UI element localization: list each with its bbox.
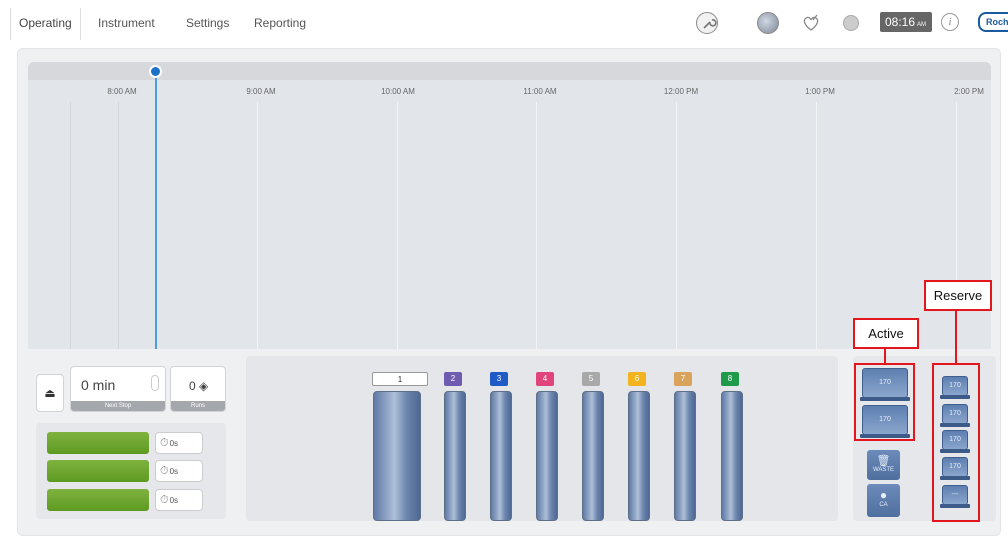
runs-value: 0 ◈ [189,379,209,393]
timer-box[interactable]: ⏱0s [155,432,203,454]
next-stop-value: 0 min [81,377,116,393]
next-stop-caption: Next Stop [71,401,165,411]
current-time-line [155,68,157,349]
current-time-handle[interactable] [149,65,162,78]
grid-line [816,102,817,349]
rack-label-6[interactable]: 6 [628,372,646,386]
tick-label-12pm: 12:00 PM [663,87,699,96]
reserve-annotation-box [932,363,980,522]
stepper-icon[interactable] [151,375,159,391]
rack-slot-2[interactable] [444,391,466,521]
rack-slot-3[interactable] [490,391,512,521]
grid-line [397,102,398,349]
clock-display: 08:16 AM [880,12,932,32]
rack-slot-8[interactable] [721,391,743,521]
tab-instrument[interactable]: Instrument [98,16,155,30]
tick-label-10am: 10:00 AM [381,87,415,96]
active-annotation-line [884,349,886,363]
rack-slot-7[interactable] [674,391,696,521]
clock-ampm: AM [917,22,927,28]
heart-check-icon[interactable] [800,12,822,34]
progress-bar [47,489,149,511]
timer-value: 0s [169,439,179,448]
grid-line [118,102,119,349]
wrench-icon[interactable] [696,12,718,34]
waste-button[interactable]: 🗑 WASTE [867,450,900,480]
tick-label-2pm: 2:00 PM [954,87,984,96]
timer-value: 0s [169,496,179,505]
progress-bar [47,460,149,482]
tab-reporting[interactable]: Reporting [254,16,306,30]
grid-line [536,102,537,349]
reserve-annotation-label: Reserve [924,280,992,311]
timer-value: 0s [169,467,179,476]
next-stop-box[interactable]: 0 min Next Stop [70,366,166,412]
rack-slot-6[interactable] [628,391,650,521]
grid-line [70,102,71,349]
rack-label-1[interactable]: 1 [372,372,428,386]
tick-label-8am: 8:00 AM [107,87,137,96]
timer-box[interactable]: ⏱0s [155,460,203,482]
clock-time: 08:16 [885,15,916,29]
rack-label-3[interactable]: 3 [490,372,508,386]
rack-label-2[interactable]: 2 [444,372,462,386]
top-bar: Operating Instrument Settings Reporting … [0,0,1008,46]
grid-line [257,102,258,349]
tick-label-11am: 11:00 AM [523,87,557,96]
rack-slot-4[interactable] [536,391,558,521]
tick-label-1pm: 1:00 PM [805,87,835,96]
globe-icon[interactable] [757,12,779,34]
timeline: 8:00 AM 9:00 AM 10:00 AM 11:00 AM 12:00 … [28,62,991,349]
status-dot-icon[interactable] [843,15,859,31]
ca-label: CA [879,502,888,508]
tab-settings[interactable]: Settings [186,16,229,30]
progress-bar [47,432,149,454]
rack-label-4[interactable]: 4 [536,372,554,386]
timer-box[interactable]: ⏱0s [155,489,203,511]
tab-operating[interactable]: Operating [10,8,81,40]
rack-label-7[interactable]: 7 [674,372,692,386]
grid-line [676,102,677,349]
rack-slot-5[interactable] [582,391,604,521]
runs-caption: Runs [171,401,225,411]
stopwatch-icon: ⏱ [160,465,169,477]
info-icon[interactable]: i [941,13,959,31]
tick-label-9am: 9:00 AM [246,87,276,96]
reserve-annotation-line [955,311,957,363]
rack-slot-1[interactable] [373,391,421,521]
rack-label-8[interactable]: 8 [721,372,739,386]
timeline-header [28,62,991,80]
stopwatch-icon: ⏱ [160,437,169,449]
runs-box[interactable]: 0 ◈ Runs [170,366,226,412]
roche-logo: Roche [978,12,1008,32]
rack-label-5[interactable]: 5 [582,372,600,386]
eject-button[interactable]: ⏏ [36,374,64,412]
active-annotation-label: Active [853,318,919,349]
ca-button[interactable]: ● CA [867,484,900,517]
waste-label: WASTE [872,467,895,473]
stopwatch-icon: ⏱ [160,494,169,506]
droplet-icon: ● [879,488,888,502]
trash-icon: 🗑 [876,455,891,467]
active-annotation-box [854,363,915,441]
